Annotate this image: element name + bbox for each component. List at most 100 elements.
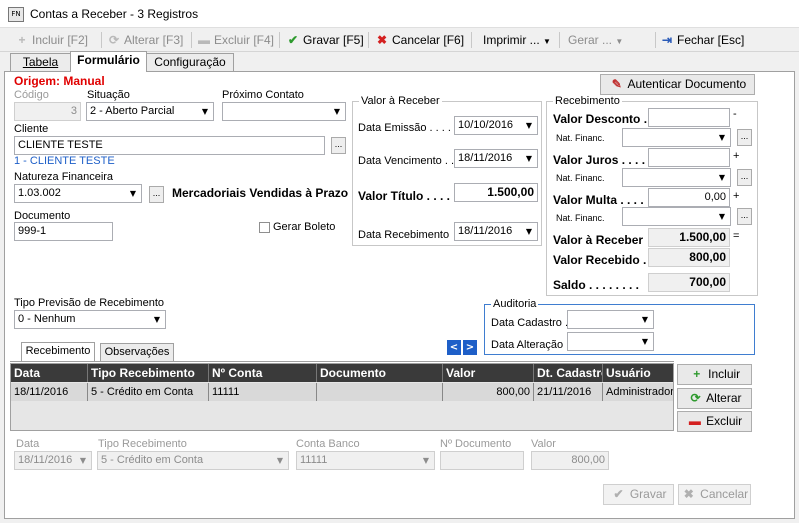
detail-tipo-select[interactable]: 5 - Crédito em Conta ▼ (97, 451, 289, 470)
nat-financ-juros-select[interactable]: ▼ (622, 168, 731, 187)
nat-financ-multa-search-button[interactable]: ... (737, 208, 752, 225)
toolbar: + Incluir [F2] ⟳ Alterar [F3] ▬ Excluir [F4… (0, 28, 799, 52)
gerar-toolbar-button[interactable]: Gerar ... ▼ (568, 31, 623, 49)
situacao-select[interactable]: 2 - Aberto Parcial ▼ (86, 102, 214, 121)
column-header[interactable]: Dt. Cadastro (534, 364, 603, 382)
plus-icon: + (18, 33, 26, 47)
codigo-field[interactable]: 3 (14, 102, 81, 121)
cancelar-toolbar-button[interactable]: ✖ Cancelar [F6] (374, 31, 464, 49)
title-bar: FN Contas a Receber - 3 Registros (0, 0, 799, 28)
cliente-search-button[interactable]: ... (331, 137, 346, 154)
nat-financ-desconto-search-button[interactable]: ... (737, 129, 752, 146)
data-vencimento-picker[interactable]: 18/11/2016 ▼ (454, 149, 538, 168)
exit-door-icon: ⇥ (661, 33, 673, 47)
grid-alterar-button[interactable]: ⟳ Alterar (677, 388, 752, 409)
dropdown-arrow-icon: ▼ (718, 212, 726, 221)
checkmark-icon: ✔ (613, 487, 624, 501)
fechar-toolbar-button[interactable]: ⇥ Fechar [Esc] (659, 31, 744, 49)
detail-documento-label: Nº Documento (440, 438, 512, 450)
valor-juros-label: Valor Juros . . . . (553, 153, 646, 167)
data-cadastro-picker[interactable]: ▼ (567, 310, 654, 329)
previous-arrow-icon[interactable]: < (447, 340, 461, 355)
detail-valor-label: Valor (531, 438, 556, 450)
checkmark-icon: ✔ (287, 33, 299, 47)
detail-conta-label: Conta Banco (296, 438, 360, 450)
edit-document-icon: ✎ (611, 77, 622, 91)
table-cell: 21/11/2016 (534, 383, 603, 401)
detail-data-picker[interactable]: 18/11/2016 ▼ (14, 451, 92, 470)
data-emissao-picker[interactable]: 10/10/2016 ▼ (454, 116, 538, 135)
detail-documento-field[interactable] (440, 451, 524, 470)
incluir-toolbar-button[interactable]: + Incluir [F2] (14, 31, 88, 49)
tab-configuracao[interactable]: Configuração (146, 53, 234, 72)
valor-juros-field[interactable] (648, 148, 730, 167)
dropdown-arrow-icon: ▼ (201, 107, 209, 116)
imprimir-toolbar-button[interactable]: Imprimir ... ▼ (483, 31, 551, 49)
detail-tipo-label: Tipo Recebimento (98, 438, 187, 450)
column-header[interactable]: Data (11, 364, 88, 382)
desconto-sign: - (733, 108, 737, 120)
grid-incluir-button[interactable]: + Incluir (677, 364, 752, 385)
natureza-select[interactable]: 1.03.002 ▼ (14, 184, 142, 203)
grid-excluir-button[interactable]: ▬ Excluir (677, 411, 752, 432)
table-cell: 5 - Crédito em Conta (88, 383, 209, 401)
alterar-toolbar-button[interactable]: ⟳ Alterar [F3] (106, 31, 183, 49)
subtab-observacoes[interactable]: Observações (100, 343, 174, 361)
excluir-toolbar-button[interactable]: ▬ Excluir [F4] (196, 31, 274, 49)
dropdown-arrow-icon: ▼ (641, 337, 649, 346)
table-cell (317, 383, 443, 401)
table-row[interactable]: 18/11/2016 5 - Crédito em Conta 11111 80… (11, 383, 673, 401)
minus-icon: ▬ (688, 414, 701, 428)
valor-multa-field[interactable]: 0,00 (648, 188, 730, 207)
detail-valor-field[interactable]: 800,00 (531, 451, 609, 470)
detail-data-label: Data (16, 438, 40, 450)
dropdown-arrow-icon: ▼ (276, 456, 284, 465)
column-header[interactable]: Usuário (603, 364, 673, 382)
cliente-label: Cliente (14, 123, 49, 135)
natureza-search-button[interactable]: ... (149, 186, 164, 203)
saldo-label: Saldo . . . . . . . . (553, 278, 640, 292)
valor-desconto-field[interactable] (648, 108, 730, 127)
gerar-boleto-checkbox[interactable] (259, 222, 270, 233)
valor-a-receber-field: 1.500,00 (648, 228, 730, 247)
nat-financ-desconto-select[interactable]: ▼ (622, 128, 731, 147)
detail-conta-select[interactable]: 11111 ▼ (296, 451, 435, 470)
data-alteracao-picker[interactable]: ▼ (567, 332, 654, 351)
recebimento-title: Recebimento (553, 95, 622, 107)
next-arrow-icon[interactable]: > (463, 340, 477, 355)
juros-sign: + (733, 150, 740, 162)
nat-financ-juros-search-button[interactable]: ... (737, 169, 752, 186)
data-vencimento-label: Data Vencimento . . (358, 155, 454, 167)
data-cadastro-label: Data Cadastro . (491, 317, 569, 329)
autenticar-documento-button[interactable]: ✎ Autenticar Documento (600, 74, 755, 95)
cliente-field[interactable]: CLIENTE TESTE (14, 136, 325, 155)
tab-tabela[interactable]: Tabela (10, 53, 71, 72)
gerar-boleto-label: Gerar Boleto (273, 221, 336, 233)
column-header[interactable]: Documento (317, 364, 443, 382)
subtab-recebimento[interactable]: Recebimento (21, 342, 95, 361)
dropdown-arrow-icon: ▼ (525, 121, 533, 130)
column-header[interactable]: Valor (443, 364, 534, 382)
table-cell: 800,00 (443, 383, 534, 401)
proximo-contato-select[interactable]: ▼ (222, 102, 346, 121)
detail-cancelar-button[interactable]: ✖ Cancelar (678, 484, 751, 505)
valor-titulo-field[interactable]: 1.500,00 (454, 183, 538, 202)
nat-financ-multa-select[interactable]: ▼ (622, 207, 731, 226)
tab-formulario[interactable]: Formulário (70, 51, 147, 72)
tipo-previsao-select[interactable]: 0 - Nenhum ▼ (14, 310, 166, 329)
valor-a-receber-label: Valor à Receber (553, 233, 644, 247)
column-header[interactable]: Nº Conta (209, 364, 317, 382)
nat-financ-multa-label: Nat. Financ. (556, 213, 605, 223)
minus-icon: ▬ (198, 33, 210, 47)
column-header[interactable]: Tipo Recebimento (88, 364, 209, 382)
situacao-label: Situação (87, 89, 130, 101)
auditoria-title: Auditoria (491, 298, 539, 310)
data-recebimento-picker[interactable]: 18/11/2016 ▼ (454, 222, 538, 241)
dropdown-arrow-icon: ▼ (129, 189, 137, 198)
valor-multa-label: Valor Multa . . . . (553, 193, 644, 207)
valor-recebido-field: 800,00 (648, 248, 730, 267)
natureza-description: Mercadoriais Vendidas à Prazo (172, 186, 349, 200)
gravar-toolbar-button[interactable]: ✔ Gravar [F5] (285, 31, 364, 49)
detail-gravar-button[interactable]: ✔ Gravar (603, 484, 674, 505)
documento-field[interactable]: 999-1 (14, 222, 113, 241)
